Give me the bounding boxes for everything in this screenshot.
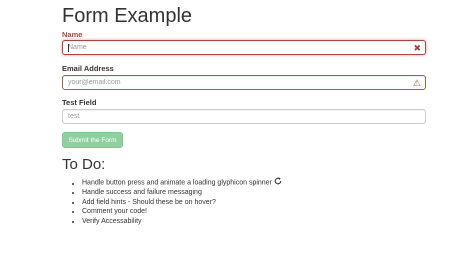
- todo-item: Add field hints - Should these be on hov…: [82, 198, 282, 207]
- todo-list: Handle button press and animate a loadin…: [62, 177, 282, 226]
- todo-item-text: Handle button press and animate a loadin…: [82, 179, 272, 187]
- todo-item: Handle success and failure messaging: [82, 188, 282, 197]
- todo-item-text: Verify Accessability: [82, 217, 142, 225]
- todo-item-text: Handle success and failure messaging: [82, 189, 202, 197]
- warning-icon: ⚠: [412, 78, 421, 88]
- email-field[interactable]: ⚠: [62, 75, 426, 90]
- todo-item: Handle button press and animate a loadin…: [82, 177, 282, 188]
- refresh-spinner-icon: [274, 177, 282, 188]
- email-label: Email Address: [62, 64, 114, 73]
- test-input[interactable]: [63, 110, 425, 123]
- text-cursor: [68, 44, 69, 52]
- name-input[interactable]: [63, 41, 425, 54]
- name-label: Name: [62, 30, 83, 39]
- todo-item: Verify Accessability: [82, 217, 282, 226]
- todo-item-text: Comment your code!: [82, 208, 147, 216]
- remove-icon: ✖: [413, 43, 421, 53]
- page: Form Example Name ✖ Email Address ⚠ Test…: [0, 0, 474, 264]
- todo-item: Comment your code!: [82, 207, 282, 216]
- submit-button[interactable]: Submit the Form: [62, 132, 123, 148]
- email-input[interactable]: [63, 76, 425, 89]
- test-field-label: Test Field: [62, 98, 97, 107]
- test-field[interactable]: [62, 109, 426, 124]
- todo-title: To Do:: [62, 156, 106, 173]
- name-field[interactable]: ✖: [62, 40, 426, 55]
- page-title: Form Example: [62, 5, 193, 27]
- todo-item-text: Add field hints - Should these be on hov…: [82, 198, 216, 206]
